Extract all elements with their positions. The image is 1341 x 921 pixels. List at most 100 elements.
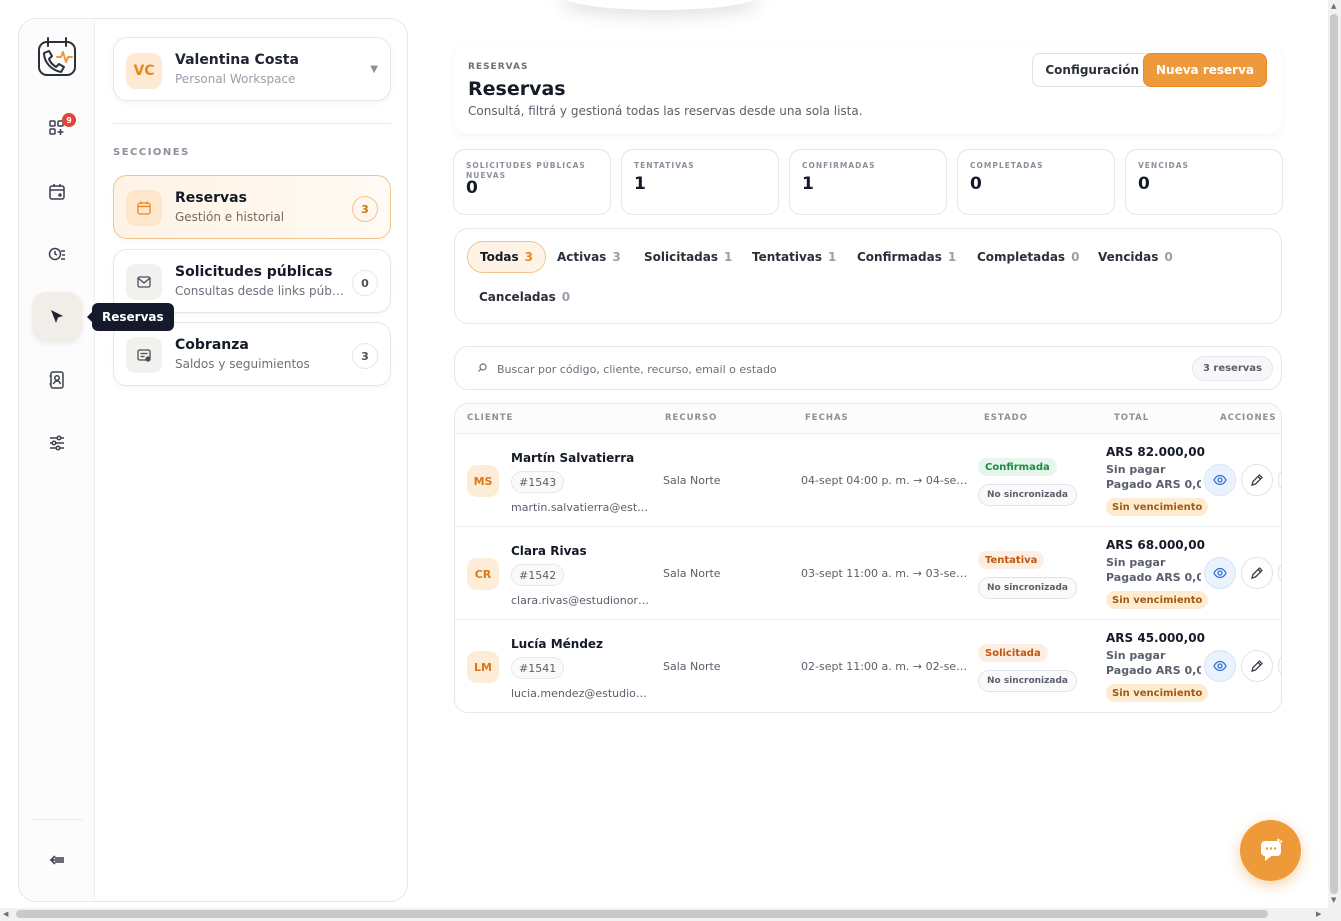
- rail-calendar-button[interactable]: [32, 167, 82, 217]
- filter-tab-canceladas[interactable]: Canceladas 0: [467, 281, 582, 313]
- more-actions-button[interactable]: [1278, 464, 1281, 496]
- search-bar: 3 reservas: [454, 346, 1282, 390]
- due-badge: Sin vencimiento: [1106, 591, 1209, 609]
- stat-card-public-requests: SOLICITUDES PÚBLICAS NUEVAS 0: [453, 149, 611, 215]
- filter-tab-completadas[interactable]: Completadas 0: [965, 241, 1091, 273]
- workspace-avatar: VC: [126, 53, 162, 89]
- filter-tab-tentativas[interactable]: Tentativas 1: [740, 241, 848, 273]
- workspace-name: Valentina Costa: [175, 52, 299, 68]
- search-input[interactable]: [497, 357, 1137, 381]
- settings-button[interactable]: Configuración: [1032, 53, 1152, 87]
- new-reservation-button[interactable]: Nueva reserva: [1143, 53, 1267, 87]
- reservation-dates: 03-sept 11:00 a. m. → 03-sept 01:00 p. m…: [801, 567, 969, 580]
- stat-label: SOLICITUDES PÚBLICAS NUEVAS: [466, 161, 586, 180]
- total-amount: ARS 82.000,00: [1106, 445, 1205, 459]
- filter-label: Activas: [557, 250, 607, 264]
- reservations-table: CLIENTE RECURSO FECHAS ESTADO TOTAL ACCI…: [454, 403, 1282, 713]
- edit-button[interactable]: [1241, 650, 1273, 682]
- filter-tab-vencidas[interactable]: Vencidas 0: [1086, 241, 1185, 273]
- app-logo-icon[interactable]: [35, 35, 79, 79]
- edit-button[interactable]: [1241, 464, 1273, 496]
- column-header[interactable]: RECURSO: [665, 413, 717, 423]
- client-email: lucia.mendez@estudionorte.com: [511, 687, 651, 700]
- table-row[interactable]: CR Clara Rivas #1542 clara.rivas@estudio…: [455, 527, 1281, 620]
- vertical-scrollbar[interactable]: ▲ ▼: [1328, 0, 1341, 921]
- payment-status: Sin pagar: [1106, 556, 1166, 569]
- vertical-scroll-thumb[interactable]: [1330, 14, 1338, 894]
- rail-dashboard-button[interactable]: 9: [32, 103, 82, 153]
- filter-label: Confirmadas: [857, 250, 942, 264]
- column-header[interactable]: ESTADO: [984, 413, 1028, 423]
- column-header[interactable]: CLIENTE: [467, 413, 513, 423]
- sync-badge: No sincronizada: [978, 670, 1077, 692]
- app-window: 9 VC Valentina Costa Personal Workspace …: [0, 0, 1341, 921]
- table-row[interactable]: MS Martín Salvatierra #1543 martin.salva…: [455, 434, 1281, 527]
- workspace-switcher[interactable]: VC Valentina Costa Personal Workspace ▼: [113, 37, 391, 101]
- resource-name: Sala Norte: [663, 660, 721, 673]
- inbox-icon: [126, 264, 162, 300]
- scroll-down-icon[interactable]: ▼: [1331, 896, 1336, 904]
- rail-schedule-button[interactable]: [32, 229, 82, 279]
- scroll-right-icon[interactable]: ▶: [1316, 910, 1321, 918]
- stat-value: 0: [466, 178, 478, 198]
- filter-tab-activas[interactable]: Activas 3: [545, 241, 633, 273]
- filter-tab-todas[interactable]: Todas 3: [467, 241, 547, 273]
- column-header[interactable]: TOTAL: [1114, 413, 1149, 423]
- status-badge: Confirmada: [978, 458, 1057, 476]
- rail-settings-button[interactable]: [32, 418, 82, 468]
- filter-label: Vencidas: [1098, 250, 1159, 264]
- section-item-cobranza[interactable]: Cobranza Saldos y seguimientos 3: [113, 322, 391, 386]
- section-subtitle: Gestión e historial: [175, 210, 285, 224]
- filter-tab-confirmadas[interactable]: Confirmadas 1: [845, 241, 968, 273]
- filter-count: 3: [612, 250, 621, 264]
- more-actions-button[interactable]: [1278, 650, 1281, 682]
- column-header[interactable]: FECHAS: [805, 413, 849, 423]
- page-title: Reservas: [468, 78, 566, 100]
- scroll-left-icon[interactable]: ◀: [3, 910, 8, 918]
- table-header: CLIENTE RECURSO FECHAS ESTADO TOTAL ACCI…: [455, 404, 1281, 434]
- rail-tooltip: Reservas: [87, 303, 174, 331]
- clock-list-icon: [48, 247, 65, 261]
- stat-card-confirmed: CONFIRMADAS 1: [789, 149, 947, 215]
- resource-name: Sala Norte: [663, 474, 721, 487]
- rail-reservas-button[interactable]: [32, 292, 82, 342]
- chat-button[interactable]: [1240, 820, 1301, 881]
- scroll-up-icon[interactable]: ▲: [1331, 2, 1336, 10]
- floating-shadow: [560, 0, 760, 10]
- view-button[interactable]: [1204, 650, 1236, 682]
- stat-label: TENTATIVAS: [634, 161, 695, 170]
- reservation-dates: 02-sept 11:00 a. m. → 02-sept 01:00 p. m…: [801, 660, 969, 673]
- filter-label: Completadas: [977, 250, 1066, 264]
- filter-tab-solicitadas[interactable]: Solicitadas 1: [632, 241, 744, 273]
- filter-count: 0: [1164, 250, 1173, 264]
- horizontal-scrollbar[interactable]: ◀ ▶: [0, 908, 1328, 921]
- stat-card-tentative: TENTATIVAS 1: [621, 149, 779, 215]
- sync-badge: No sincronizada: [978, 577, 1077, 599]
- section-title: Solicitudes públicas: [175, 264, 333, 280]
- paid-amount: Pagado ARS 0,00 · Saldo ARS 82.000,00: [1106, 478, 1201, 491]
- view-button[interactable]: [1204, 464, 1236, 496]
- filter-count: 1: [828, 250, 837, 264]
- caret-down-icon: ▼: [370, 64, 378, 75]
- due-badge: Sin vencimiento: [1106, 684, 1209, 702]
- edit-button[interactable]: [1241, 557, 1273, 589]
- more-actions-button[interactable]: [1278, 557, 1281, 589]
- collapse-sidebar-button[interactable]: [32, 835, 82, 885]
- view-button[interactable]: [1204, 557, 1236, 589]
- rail-contacts-button[interactable]: [32, 355, 82, 405]
- eye-icon: [1213, 567, 1227, 579]
- cursor-pointer-icon: [51, 310, 63, 323]
- sections-label: SECCIONES: [113, 147, 190, 158]
- table-row[interactable]: LM Lucía Méndez #1541 lucia.mendez@estud…: [455, 620, 1281, 712]
- rail-divider: [31, 819, 83, 820]
- chat-bubble-icon: [1260, 838, 1283, 861]
- client-name: Lucía Méndez: [511, 637, 604, 651]
- filter-label: Canceladas: [479, 290, 556, 304]
- section-item-reservas[interactable]: Reservas Gestión e historial 3: [113, 175, 391, 239]
- column-header: ACCIONES: [1220, 413, 1277, 423]
- horizontal-scroll-thumb[interactable]: [16, 910, 1268, 918]
- filter-count: 0: [561, 290, 571, 304]
- client-avatar: LM: [467, 651, 499, 683]
- section-title: Reservas: [175, 190, 247, 206]
- sync-badge: No sincronizada: [978, 484, 1077, 506]
